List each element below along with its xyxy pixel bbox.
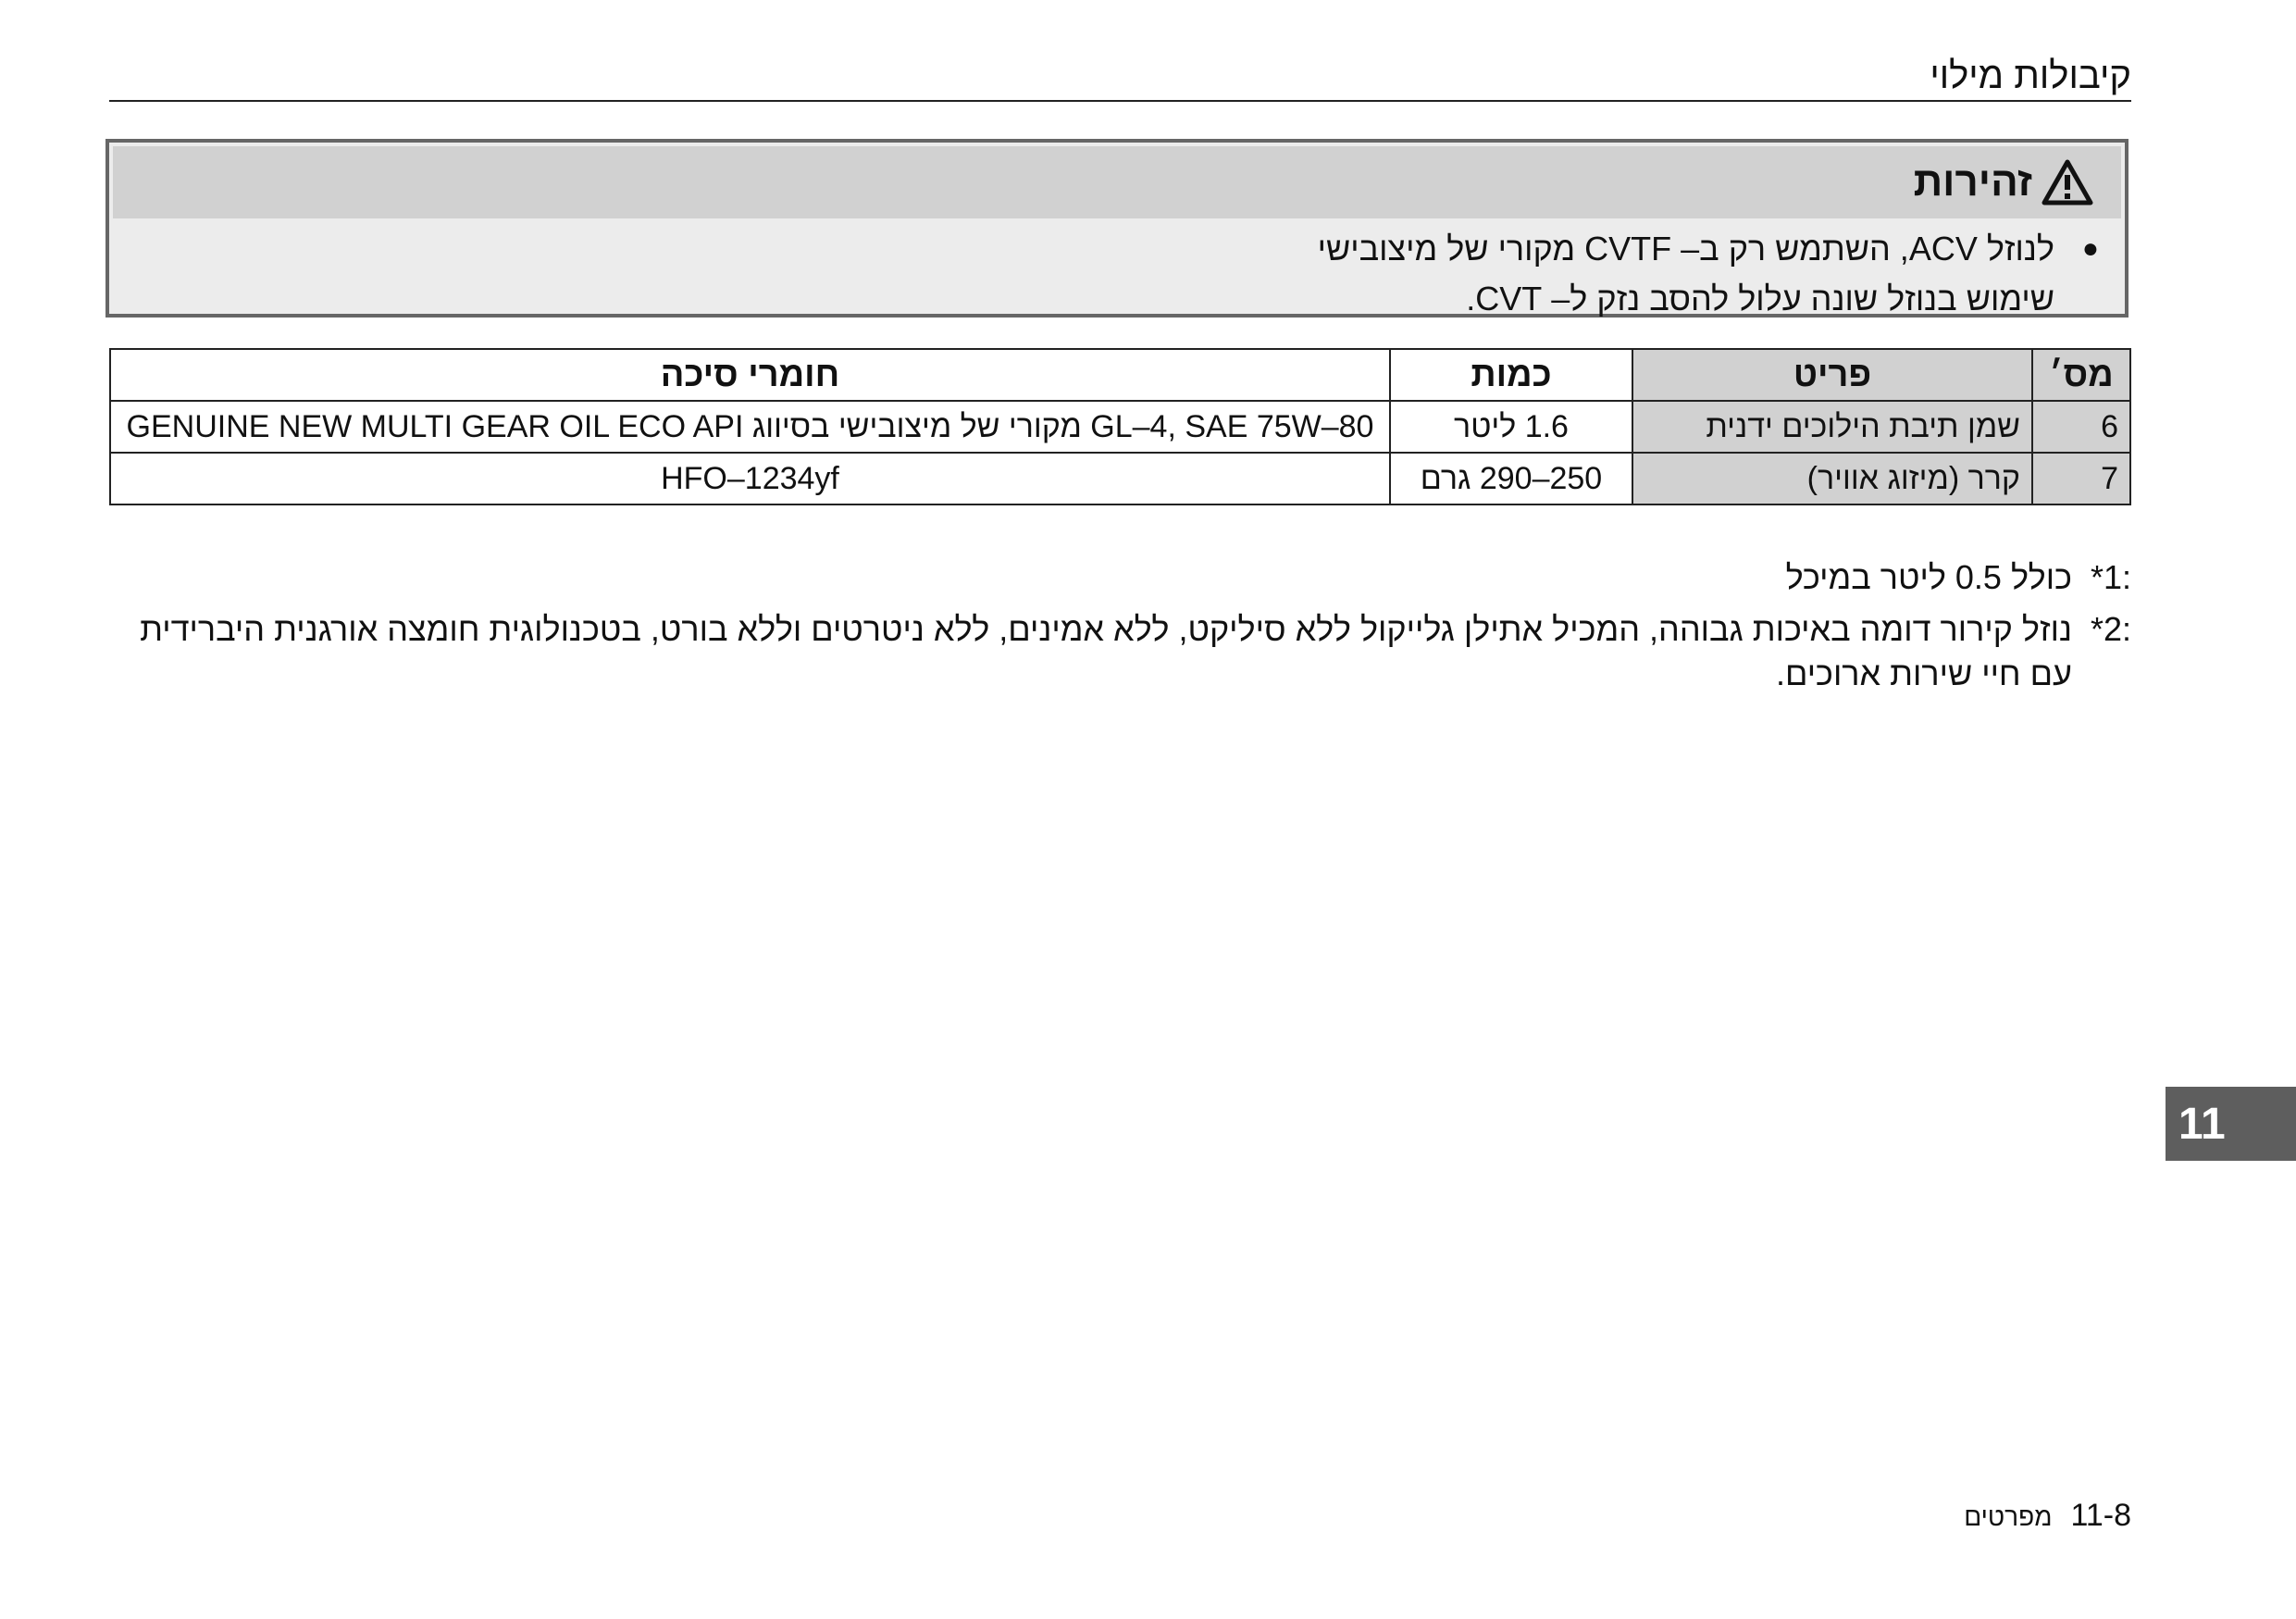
warning-header: זהירות xyxy=(113,146,2121,218)
footnotes: *1: כולל 0.5 ליטר במיכל *2: נוזל קירור ד… xyxy=(105,555,2131,704)
cell-item: שמן תיבת הילוכים ידנית xyxy=(1632,400,2033,454)
bullet-dot-icon: ● xyxy=(2081,233,2099,264)
warning-box: זהירות ● לנוזל ACV, השתמש רק ב– CVTF מקו… xyxy=(105,139,2128,318)
col-header-qty: כמות xyxy=(1389,348,1633,402)
warning-title-row: זהירות xyxy=(1914,159,2093,205)
footnote-text: כולל 0.5 ליטר במיכל xyxy=(1785,558,2072,596)
table-row: 6 שמן תיבת הילוכים ידנית 1.6 ליטר GL–4, … xyxy=(109,400,2131,454)
warning-triangle-icon xyxy=(2042,159,2093,205)
cell-num: 6 xyxy=(2031,400,2131,454)
footnote-mark: *2: xyxy=(2090,610,2131,648)
cell-material: GL–4, SAE 75W–80 מקורי של מיצובישי בסיוו… xyxy=(109,400,1391,454)
warning-line: לנוזל ACV, השתמש רק ב– CVTF מקורי של מיצ… xyxy=(1317,230,2054,268)
page-title: קיבולות מילוי xyxy=(1930,56,2131,96)
cell-qty: 1.6 ליטר xyxy=(1389,400,1633,454)
col-header-num: מס׳ xyxy=(2031,348,2131,402)
page-footer: 11-8 מפרטים xyxy=(1964,1498,2131,1534)
cell-num: 7 xyxy=(2031,452,2131,505)
table-header-row: מס׳ פריט כמות חומרי סיכה xyxy=(109,348,2131,402)
cell-material: HFO–1234yf xyxy=(109,452,1391,505)
warning-line: שימוש בנוזל שונה עלול להסב נזק ל– CVT. xyxy=(1466,280,2054,318)
warning-title: זהירות xyxy=(1913,159,2032,205)
col-header-item: פריט xyxy=(1632,348,2033,402)
table-row: 7 קרר (מיזוג אוויר) 250–290 גרם HFO–1234… xyxy=(109,452,2131,505)
footnote-mark: *1: xyxy=(2090,558,2131,596)
footnote: *2: נוזל קירור דומה באיכות גבוהה, המכיל … xyxy=(105,607,2131,696)
chapter-tab: 11 xyxy=(2166,1087,2296,1161)
cell-item: קרר (מיזוג אוויר) xyxy=(1632,452,2033,505)
section-name: מפרטים xyxy=(1964,1502,2053,1531)
capacities-table: מס׳ פריט כמות חומרי סיכה 6 שמן תיבת הילו… xyxy=(109,348,2131,505)
footnote-text: נוזל קירור דומה באיכות גבוהה, המכיל אתיל… xyxy=(140,610,2072,692)
footnote: *1: כולל 0.5 ליטר במיכל xyxy=(105,555,2131,600)
page-number: 11-8 xyxy=(2070,1498,2131,1533)
col-header-material: חומרי סיכה xyxy=(109,348,1391,402)
title-divider xyxy=(109,100,2131,102)
cell-qty: 250–290 גרם xyxy=(1389,452,1633,505)
warning-bullet: ● לנוזל ACV, השתמש רק ב– CVTF מקורי של מ… xyxy=(1173,224,2099,324)
